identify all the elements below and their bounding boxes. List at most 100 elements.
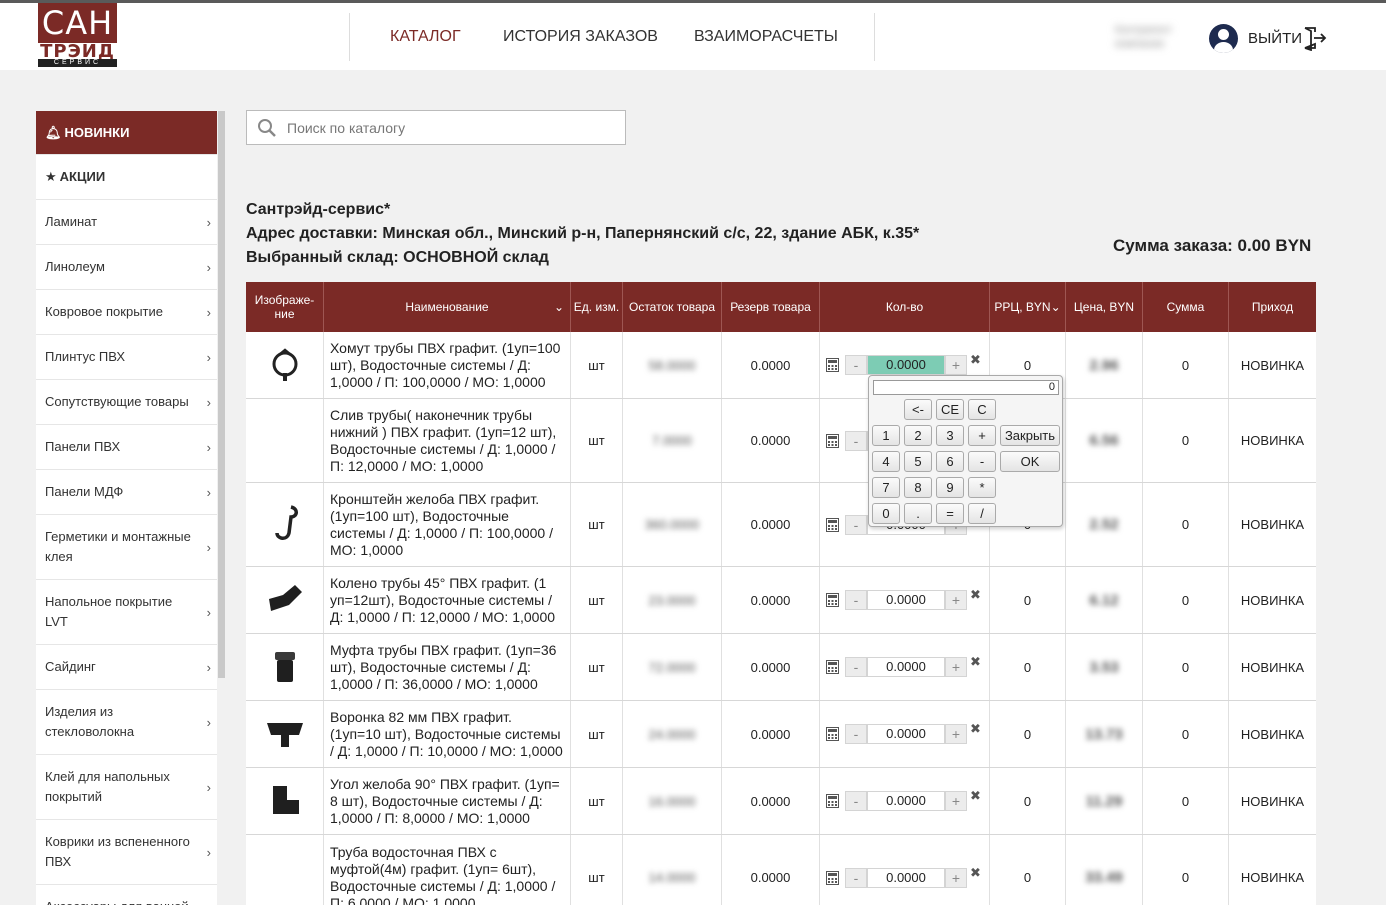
quantity-input[interactable]: 0.0000 xyxy=(867,791,945,811)
sidebar-item-floor-glue[interactable]: Клей для напольных покрытий › xyxy=(36,755,217,820)
calculator-icon[interactable] xyxy=(826,870,839,885)
decrement-button[interactable]: - xyxy=(845,430,867,451)
calculator-button[interactable]: . xyxy=(904,503,932,524)
nav-catalog[interactable]: КАТАЛОГ xyxy=(390,28,461,46)
product-name[interactable]: Хомут трубы ПВХ графит. (1уп=100 шт), Во… xyxy=(324,332,571,398)
sidebar-item-pvc-mats[interactable]: Коврики из вспененного ПВХ › xyxy=(36,820,217,885)
calculator-button[interactable]: <- xyxy=(904,399,932,420)
calculator-button[interactable]: 5 xyxy=(904,451,932,472)
sidebar-item-related-goods[interactable]: Сопутствующие товары › xyxy=(36,380,217,425)
decrement-button[interactable]: - xyxy=(845,724,867,744)
product-image[interactable] xyxy=(246,701,324,767)
calculator-icon[interactable] xyxy=(826,358,839,372)
calculator-icon[interactable] xyxy=(826,727,839,741)
calculator-button[interactable]: 1 xyxy=(872,425,900,446)
quantity-input[interactable]: 0.0000 xyxy=(867,867,945,888)
search-input[interactable] xyxy=(287,117,607,139)
calculator-button[interactable]: 3 xyxy=(936,425,964,446)
logo[interactable]: САН ТРЭЙД СЕРВИС xyxy=(38,3,117,67)
calculator-icon[interactable] xyxy=(826,660,839,674)
quantity-input[interactable]: 0.0000 xyxy=(867,724,945,744)
product-name[interactable]: Кронштейн желоба ПВХ графит. (1уп=100 шт… xyxy=(324,483,571,566)
logout-label[interactable]: ВЫЙТИ xyxy=(1248,30,1302,47)
product-name[interactable]: Слив трубы( наконечник трубы нижний ) ПВ… xyxy=(324,399,571,482)
sidebar-item-pvc-skirting[interactable]: Плинтус ПВХ › xyxy=(36,335,217,380)
increment-button[interactable]: + xyxy=(945,657,967,677)
product-image[interactable] xyxy=(246,399,324,482)
calculator-button[interactable]: - xyxy=(968,451,996,472)
calculator-button[interactable]: Закрыть xyxy=(1000,425,1060,446)
col-rrp[interactable]: РРЦ, BYN ⌄ xyxy=(990,282,1066,332)
increment-button[interactable]: + xyxy=(945,724,967,744)
product-image[interactable] xyxy=(246,567,324,633)
quantity-input[interactable]: 0.0000 xyxy=(867,355,945,375)
product-stock: 360.0000 xyxy=(644,517,700,532)
product-image[interactable] xyxy=(246,835,324,905)
calculator-button[interactable]: 0 xyxy=(872,503,900,524)
calculator-button[interactable]: 8 xyxy=(904,477,932,498)
clear-icon[interactable]: ✖ xyxy=(970,721,981,737)
product-image[interactable] xyxy=(246,768,324,834)
nav-settlements[interactable]: ВЗАИМОРАСЧЕТЫ xyxy=(694,28,838,46)
calculator-button[interactable]: 4 xyxy=(872,451,900,472)
calculator-button[interactable]: * xyxy=(968,477,996,498)
product-name[interactable]: Труба водосточная ПВХ с муфтой(4м) графи… xyxy=(324,835,571,905)
calculator-button[interactable]: / xyxy=(968,503,996,524)
clear-icon[interactable]: ✖ xyxy=(970,587,981,603)
product-arrival: НОВИНКА xyxy=(1240,726,1305,742)
sidebar-item-siding[interactable]: Сайдинг › xyxy=(36,645,217,690)
decrement-button[interactable]: - xyxy=(845,355,867,375)
product-name[interactable]: Муфта трубы ПВХ графит. (1уп=36 шт), Вод… xyxy=(324,634,571,700)
logout-icon[interactable] xyxy=(1301,25,1327,51)
clear-icon[interactable]: ✖ xyxy=(970,352,981,368)
sidebar-scrollbar[interactable] xyxy=(218,111,225,678)
product-name[interactable]: Колено трубы 45° ПВХ графит. (1 уп=12шт)… xyxy=(324,567,571,633)
sidebar-item-carpet[interactable]: Ковровое покрытие › xyxy=(36,290,217,335)
decrement-button[interactable]: - xyxy=(845,657,867,677)
sidebar-item-bath-accessories[interactable]: Аксессуары для ванной › xyxy=(36,885,217,905)
calculator-icon[interactable] xyxy=(826,794,839,808)
calculator-button[interactable]: 6 xyxy=(936,451,964,472)
sidebar-item-mdf-panels[interactable]: Панели МДФ › xyxy=(36,470,217,515)
sidebar-item-fiberglass[interactable]: Изделия из стекловолокна › xyxy=(36,690,217,755)
product-image[interactable] xyxy=(246,332,324,398)
calculator-button[interactable]: 9 xyxy=(936,477,964,498)
quantity-input[interactable]: 0.0000 xyxy=(867,657,945,677)
sidebar-item-sealants[interactable]: Герметики и монтажные клея › xyxy=(36,515,217,580)
col-name[interactable]: Наименование ⌄ xyxy=(324,282,571,332)
sidebar-item-lvt[interactable]: Напольное покрытие LVT › xyxy=(36,580,217,645)
product-image[interactable] xyxy=(246,634,324,700)
calculator-button[interactable]: 7 xyxy=(872,477,900,498)
calculator-button[interactable]: C xyxy=(968,399,996,420)
product-name[interactable]: Воронка 82 мм ПВХ графит. (1уп=10 шт), В… xyxy=(324,701,571,767)
product-image[interactable] xyxy=(246,483,324,566)
increment-button[interactable]: + xyxy=(945,867,967,888)
decrement-button[interactable]: - xyxy=(845,590,867,610)
calculator-button[interactable]: OK xyxy=(1000,451,1060,472)
clear-icon[interactable]: ✖ xyxy=(970,788,981,804)
calculator-button[interactable]: + xyxy=(968,425,996,446)
sidebar-item-linoleum[interactable]: Линолеум › xyxy=(36,245,217,290)
calculator-icon[interactable] xyxy=(826,517,839,532)
sidebar-item-promotions[interactable]: ★ АКЦИИ xyxy=(36,155,217,200)
calculator-button[interactable]: CE xyxy=(936,399,964,420)
decrement-button[interactable]: - xyxy=(845,514,867,535)
sidebar-item-pvc-panels[interactable]: Панели ПВХ › xyxy=(36,425,217,470)
user-avatar-icon[interactable] xyxy=(1209,24,1238,53)
nav-order-history[interactable]: ИСТОРИЯ ЗАКАЗОВ xyxy=(503,28,658,46)
quantity-input[interactable]: 0.0000 xyxy=(867,590,945,610)
increment-button[interactable]: + xyxy=(945,590,967,610)
calculator-button[interactable]: = xyxy=(936,503,964,524)
clear-icon[interactable]: ✖ xyxy=(970,654,981,670)
clear-icon[interactable]: ✖ xyxy=(970,865,981,881)
calculator-icon[interactable] xyxy=(826,433,839,448)
decrement-button[interactable]: - xyxy=(845,867,867,888)
calculator-button[interactable]: 2 xyxy=(904,425,932,446)
increment-button[interactable]: + xyxy=(945,355,967,375)
product-name[interactable]: Угол желоба 90° ПВХ графит. (1уп= 8 шт),… xyxy=(324,768,571,834)
calculator-icon[interactable] xyxy=(826,593,839,607)
increment-button[interactable]: + xyxy=(945,791,967,811)
decrement-button[interactable]: - xyxy=(845,791,867,811)
sidebar-item-new[interactable]: 🔔︎ НОВИНКИ xyxy=(36,111,217,155)
sidebar-item-laminate[interactable]: Ламинат › xyxy=(36,200,217,245)
